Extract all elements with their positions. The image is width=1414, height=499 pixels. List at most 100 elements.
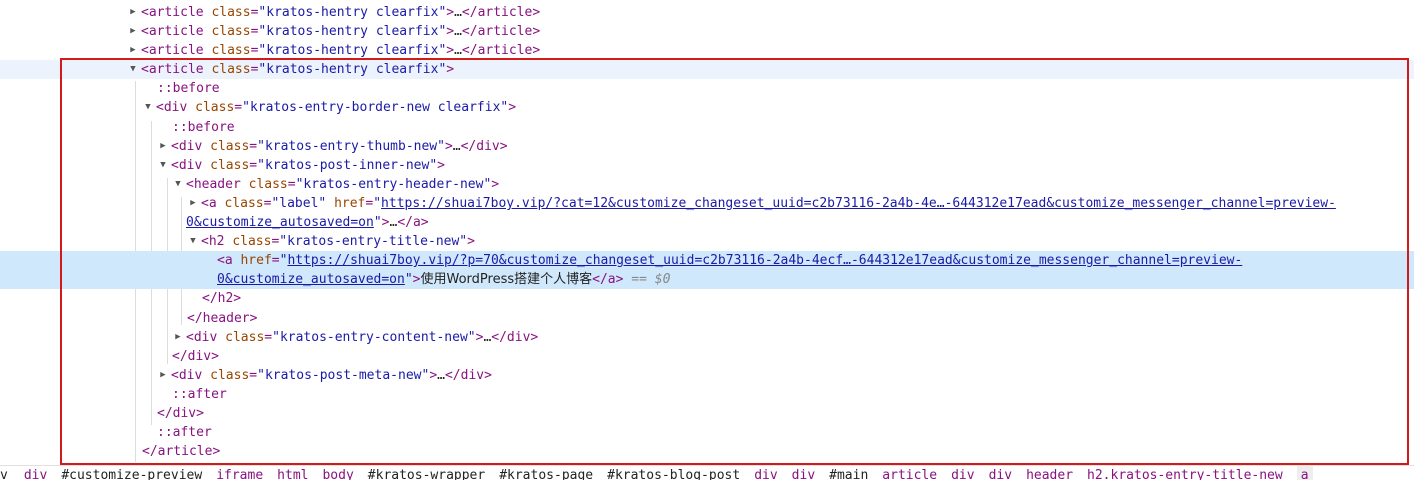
collapsed-ellipsis[interactable]: …: [454, 24, 462, 39]
pseudo-element[interactable]: ::after: [157, 425, 212, 440]
tree-row-div-inner[interactable]: ▼ <div class="kratos-post-inner-new">: [0, 156, 1414, 175]
triangle-right-icon[interactable]: ▶: [128, 41, 138, 60]
href-link[interactable]: https://shuai7boy.vip/?cat=12&customize_…: [381, 196, 1336, 211]
triangle-right-icon[interactable]: ▶: [158, 137, 168, 156]
tag-name: div: [178, 367, 203, 383]
tag-name: article: [148, 24, 204, 40]
closing-tag: </a>: [592, 272, 624, 288]
triangle-down-icon[interactable]: ▼: [188, 232, 198, 251]
tree-row-article[interactable]: ▶ <article class="kratos-hentry clearfix…: [0, 3, 1414, 22]
triangle-right-icon[interactable]: ▶: [128, 3, 138, 22]
breadcrumb-item[interactable]: iframe: [216, 466, 263, 480]
console-reference: == $0: [623, 272, 671, 288]
href-link[interactable]: 0&customize_autosaved=on: [186, 215, 374, 230]
tree-row-article[interactable]: ▶ <article class="kratos-hentry clearfix…: [0, 41, 1414, 60]
closing-tag: </header>: [187, 310, 258, 326]
triangle-right-icon[interactable]: ▶: [158, 366, 168, 385]
attribute-value[interactable]: kratos-entry-thumb-new: [265, 139, 437, 154]
tree-row-close-div[interactable]: </div>: [0, 404, 1414, 423]
tree-row-article[interactable]: ▶ <article class="kratos-hentry clearfix…: [0, 22, 1414, 41]
breadcrumb-item[interactable]: #kratos-page: [499, 466, 593, 480]
breadcrumb-item[interactable]: #kratos-wrapper: [368, 466, 485, 480]
tree-row-a-title-selected[interactable]: <a href="https://shuai7boy.vip/?p=70&cus…: [0, 251, 1414, 271]
breadcrumb-item[interactable]: v: [0, 466, 8, 480]
attribute-value[interactable]: kratos-entry-content-new: [280, 330, 468, 345]
triangle-right-icon[interactable]: ▶: [173, 328, 183, 347]
collapsed-ellipsis[interactable]: …: [454, 43, 462, 58]
tree-row-a-label[interactable]: ▶ <a class="label" href="https://shuai7b…: [0, 194, 1414, 213]
breadcrumb-item-current[interactable]: a: [1296, 466, 1313, 480]
triangle-down-icon[interactable]: ▼: [143, 98, 153, 117]
pseudo-element[interactable]: ::after: [172, 387, 227, 402]
breadcrumb-item[interactable]: h2.kratos-entry-title-new: [1087, 466, 1283, 480]
tag-name: header: [193, 176, 241, 192]
attribute-name: class: [211, 5, 251, 20]
triangle-right-icon[interactable]: ▶: [188, 194, 198, 213]
tree-row-article-expanded[interactable]: ▼ <article class="kratos-hentry clearfix…: [0, 60, 1414, 80]
tag-name: div: [178, 138, 203, 154]
breadcrumb: v div #customize-preview iframe html body #kra…: [0, 465, 1414, 480]
breadcrumb-item[interactable]: html: [277, 466, 308, 480]
attribute-value[interactable]: kratos-entry-title-new: [287, 234, 459, 249]
closing-tag: </article>: [461, 5, 541, 20]
tree-row-a-title-continued[interactable]: 0&customize_autosaved=on">使用WordPress搭建个…: [0, 270, 1414, 290]
quote-mark: ": [257, 367, 265, 383]
href-link[interactable]: 0&customize_autosaved=on: [217, 272, 405, 287]
attribute-value[interactable]: kratos-hentry clearfix: [266, 5, 438, 20]
breadcrumb-item[interactable]: #customize-preview: [61, 466, 202, 480]
collapsed-ellipsis[interactable]: …: [437, 368, 445, 383]
tree-row-pseudo-after[interactable]: ::after: [0, 385, 1414, 404]
breadcrumb-item[interactable]: div: [24, 466, 47, 480]
tree-row-div-border[interactable]: ▼ <div class="kratos-entry-border-new cl…: [0, 98, 1414, 117]
attribute-value[interactable]: label: [279, 196, 318, 211]
attribute-value[interactable]: kratos-entry-border-new clearfix: [250, 100, 500, 115]
tree-row-pseudo-before[interactable]: ::before: [0, 79, 1414, 98]
quote-mark: ": [437, 138, 445, 154]
closing-tag: </article>: [461, 43, 541, 59]
tree-row-div-thumb[interactable]: ▶ <div class="kratos-entry-thumb-new">…<…: [0, 137, 1414, 156]
breadcrumb-item[interactable]: div: [792, 466, 815, 480]
triangle-down-icon[interactable]: ▼: [158, 156, 168, 175]
attribute-value[interactable]: kratos-entry-header-new: [303, 177, 483, 192]
quote-mark: ": [373, 215, 382, 231]
tag-close-bracket: >: [381, 215, 390, 231]
breadcrumb-item[interactable]: #main: [829, 466, 868, 480]
breadcrumb-item[interactable]: div: [754, 466, 777, 480]
tree-row-a-label-continued[interactable]: 0&customize_autosaved=on">…</a>: [0, 213, 1414, 232]
tree-row-pseudo-after[interactable]: ::after: [0, 423, 1414, 442]
pseudo-element[interactable]: ::before: [172, 120, 235, 135]
triangle-right-icon[interactable]: ▶: [128, 22, 138, 41]
collapsed-ellipsis[interactable]: …: [453, 139, 461, 154]
tree-row-header[interactable]: ▼ <header class="kratos-entry-header-new…: [0, 175, 1414, 194]
tree-row-close-header[interactable]: </header>: [0, 309, 1414, 328]
triangle-down-icon[interactable]: ▼: [128, 60, 138, 79]
breadcrumb-item[interactable]: #kratos-blog-post: [607, 466, 740, 480]
breadcrumb-item[interactable]: article: [882, 466, 937, 480]
attribute-value[interactable]: kratos-hentry clearfix: [266, 24, 438, 39]
breadcrumb-item[interactable]: div: [951, 466, 974, 480]
breadcrumb-item[interactable]: body: [322, 466, 353, 480]
closing-tag: </div>: [460, 138, 508, 154]
elements-tree: ▶ <article class="kratos-hentry clearfix…: [0, 3, 1414, 462]
quote-mark: ": [318, 195, 327, 211]
triangle-down-icon[interactable]: ▼: [173, 175, 183, 194]
tree-row-div-meta[interactable]: ▶ <div class="kratos-post-meta-new">…</d…: [0, 366, 1414, 385]
tree-row-close-div[interactable]: </div>: [0, 347, 1414, 366]
tree-row-close-article[interactable]: </article>: [0, 442, 1414, 461]
collapsed-ellipsis[interactable]: …: [454, 5, 462, 20]
tree-row-pseudo-before[interactable]: ::before: [0, 118, 1414, 137]
attribute-value[interactable]: kratos-post-meta-new: [265, 368, 422, 383]
attribute-value[interactable]: kratos-hentry clearfix: [266, 62, 438, 77]
attribute-value[interactable]: kratos-post-inner-new: [265, 158, 429, 173]
text-node[interactable]: 使用WordPress搭建个人博客: [421, 272, 593, 287]
tag-close-bracket: >: [412, 272, 421, 288]
tree-row-h2[interactable]: ▼ <h2 class="kratos-entry-title-new">: [0, 232, 1414, 251]
href-link[interactable]: https://shuai7boy.vip/?p=70&customize_ch…: [287, 253, 1242, 268]
attribute-value[interactable]: kratos-hentry clearfix: [266, 43, 438, 58]
pseudo-element[interactable]: ::before: [157, 81, 220, 96]
tree-row-close-h2[interactable]: </h2>: [0, 289, 1414, 308]
breadcrumb-item[interactable]: div: [989, 466, 1012, 480]
equals-sign: =: [249, 367, 258, 383]
tree-row-div-content[interactable]: ▶ <div class="kratos-entry-content-new">…: [0, 328, 1414, 347]
breadcrumb-item[interactable]: header: [1026, 466, 1073, 480]
